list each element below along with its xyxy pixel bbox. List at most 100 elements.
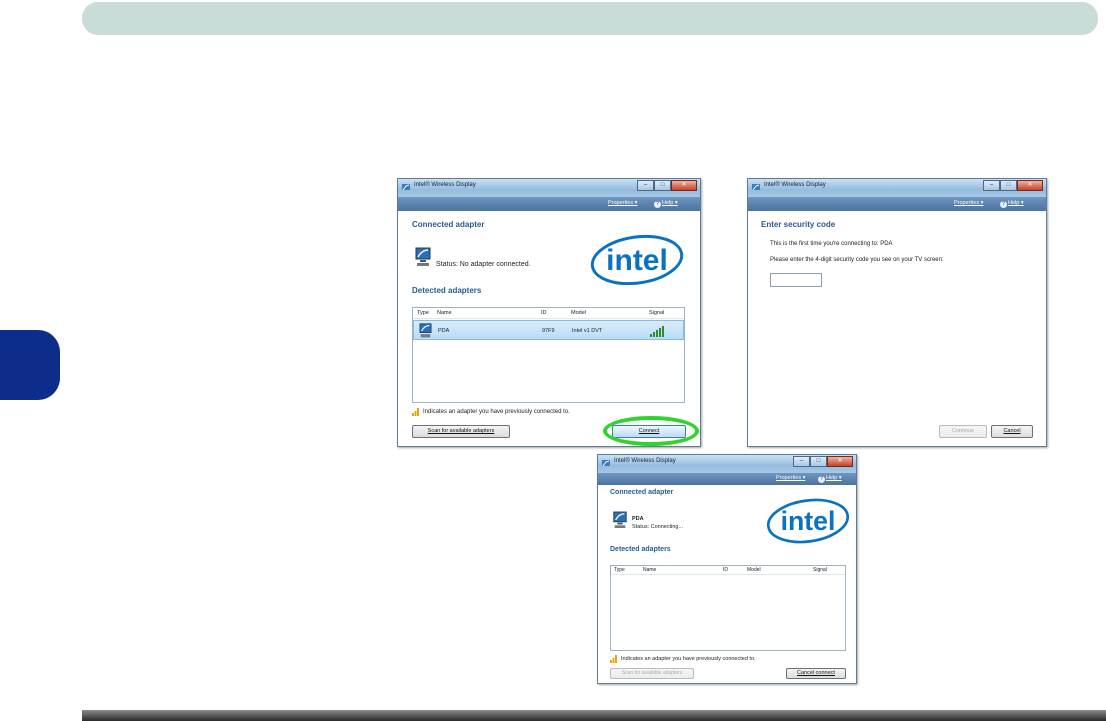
- window-content: Connected adapter PDA Status: Connecting…: [598, 485, 856, 683]
- col-signal[interactable]: Signal: [649, 310, 664, 316]
- connected-adapter-heading: Connected adapter: [412, 220, 485, 229]
- close-icon[interactable]: ✕: [1017, 180, 1043, 191]
- cancel-connect-button[interactable]: Cancel connect: [786, 668, 846, 679]
- security-code-input[interactable]: [770, 273, 822, 287]
- list-header: Type Name ID Model Signal: [611, 566, 845, 575]
- scan-button-label: Scan for available adapters: [427, 428, 495, 434]
- help-menu[interactable]: ? Help ▾: [818, 475, 842, 483]
- intel-logo: intel: [766, 498, 850, 544]
- detected-adapters-heading: Detected adapters: [610, 546, 671, 553]
- close-icon[interactable]: ✕: [827, 456, 853, 467]
- col-id[interactable]: ID: [541, 310, 547, 316]
- window-title: Intel® Wireless Display: [414, 182, 476, 188]
- previously-connected-note: Indicates an adapter you have previously…: [621, 656, 756, 662]
- menu-bar: Properties ▾ ? Help ▾: [398, 197, 700, 211]
- chapter-side-tab: [0, 330, 60, 400]
- adapter-monitor-icon: [419, 323, 432, 338]
- col-signal[interactable]: Signal: [813, 567, 827, 573]
- wireless-display-app-icon: [402, 184, 410, 191]
- adapters-list[interactable]: Type Name ID Model Signal: [610, 565, 846, 651]
- col-name[interactable]: Name: [643, 567, 656, 573]
- intel-logo-text: intel: [606, 244, 668, 277]
- minimize-icon[interactable]: –: [637, 180, 654, 191]
- window-controls: – □ ✕: [793, 456, 853, 468]
- col-model[interactable]: Model: [747, 567, 761, 573]
- window-title: Intel® Wireless Display: [764, 182, 826, 188]
- continue-button-label: Continue: [951, 428, 975, 434]
- enter-code-instructions: Please enter the 4-digit security code y…: [770, 257, 944, 263]
- window-controls: – □ ✕: [983, 180, 1043, 192]
- previously-connected-icon: [610, 655, 617, 663]
- detected-adapters-heading: Detected adapters: [412, 286, 482, 295]
- col-type[interactable]: Type: [614, 567, 625, 573]
- help-icon: ?: [1000, 201, 1007, 208]
- signal-strength-icon: [650, 326, 664, 337]
- close-icon[interactable]: ✕: [671, 180, 697, 191]
- scan-button-label: Scan for available adapters: [621, 670, 683, 676]
- adapter-row-selected[interactable]: PDA 97F9 Intel v1 DVT: [413, 320, 684, 340]
- maximize-icon[interactable]: □: [654, 180, 671, 191]
- maximize-icon[interactable]: □: [810, 456, 827, 467]
- properties-menu[interactable]: Properties ▾: [608, 200, 637, 206]
- row-name: PDA: [438, 328, 450, 334]
- help-label: Help: [1008, 200, 1020, 206]
- adapter-monitor-icon: [415, 247, 431, 266]
- previously-connected-icon: [412, 408, 419, 416]
- wireless-display-window-connecting: Intel® Wireless Display – □ ✕ Properties…: [597, 454, 857, 684]
- minimize-icon[interactable]: –: [983, 180, 1000, 191]
- cancel-button[interactable]: Cancel: [991, 425, 1033, 438]
- col-model[interactable]: Model: [571, 310, 586, 316]
- security-code-heading: Enter security code: [761, 220, 836, 229]
- properties-menu[interactable]: Properties ▾: [776, 475, 805, 481]
- list-header: Type Name ID Model Signal: [413, 308, 684, 319]
- adapter-monitor-icon: [613, 511, 627, 528]
- menu-bar: Properties ▾ ? Help ▾: [598, 473, 856, 485]
- title-bar: Intel® Wireless Display – □ ✕: [748, 179, 1046, 197]
- maximize-icon[interactable]: □: [1000, 180, 1017, 191]
- wireless-display-window-adapters: Intel® Wireless Display – □ ✕ Properties…: [397, 178, 701, 447]
- col-id[interactable]: ID: [723, 567, 728, 573]
- window-content: Connected adapter Status: No adapter con…: [398, 211, 700, 446]
- cancel-connect-button-label: Cancel connect: [797, 670, 835, 676]
- footer-bar: [82, 710, 1106, 721]
- help-label: Help: [826, 475, 838, 481]
- properties-label: Properties: [608, 200, 634, 206]
- help-menu[interactable]: ? Help ▾: [1000, 200, 1024, 208]
- adapter-status: Status: No adapter connected.: [436, 261, 531, 268]
- col-name[interactable]: Name: [437, 310, 452, 316]
- help-label: Help: [662, 200, 674, 206]
- intel-logo-text: intel: [781, 506, 836, 536]
- title-bar: Intel® Wireless Display – □ ✕: [598, 455, 856, 473]
- cancel-button-label: Cancel: [1003, 428, 1021, 434]
- col-type[interactable]: Type: [417, 310, 429, 316]
- properties-label: Properties: [954, 200, 980, 206]
- wireless-display-app-icon: [602, 460, 610, 467]
- connect-highlight-circle: [603, 416, 699, 446]
- first-time-text: This is the first time you're connecting…: [770, 241, 893, 247]
- title-bar: Intel® Wireless Display – □ ✕: [398, 179, 700, 197]
- help-menu[interactable]: ? Help ▾: [654, 200, 678, 208]
- adapters-list[interactable]: Type Name ID Model Signal PDA 97F9 Intel…: [412, 307, 685, 403]
- scan-adapters-button[interactable]: Scan for available adapters: [412, 425, 510, 438]
- adapter-status: Status: Connecting...: [632, 524, 684, 530]
- row-model: Intel v1 DVT: [572, 328, 603, 334]
- row-id: 97F9: [542, 328, 555, 334]
- help-icon: ?: [654, 201, 661, 208]
- wireless-display-window-security: Intel® Wireless Display – □ ✕ Properties…: [747, 178, 1047, 447]
- connected-adapter-heading: Connected adapter: [610, 489, 674, 496]
- minimize-icon[interactable]: –: [793, 456, 810, 467]
- properties-menu[interactable]: Properties ▾: [954, 200, 983, 206]
- properties-label: Properties: [776, 475, 802, 481]
- continue-button[interactable]: Continue: [939, 425, 987, 438]
- window-title: Intel® Wireless Display: [614, 458, 676, 464]
- connecting-adapter-name: PDA: [632, 516, 644, 522]
- menu-bar: Properties ▾ ? Help ▾: [748, 197, 1046, 211]
- window-content: Enter security code This is the first ti…: [748, 211, 1046, 446]
- scan-adapters-button[interactable]: Scan for available adapters: [610, 668, 694, 679]
- header-bar: [82, 2, 1098, 35]
- wireless-display-app-icon: [752, 184, 760, 191]
- intel-logo: intel: [590, 234, 684, 286]
- help-icon: ?: [818, 476, 825, 483]
- window-controls: – □ ✕: [637, 180, 697, 192]
- previously-connected-note: Indicates an adapter you have previously…: [423, 409, 570, 415]
